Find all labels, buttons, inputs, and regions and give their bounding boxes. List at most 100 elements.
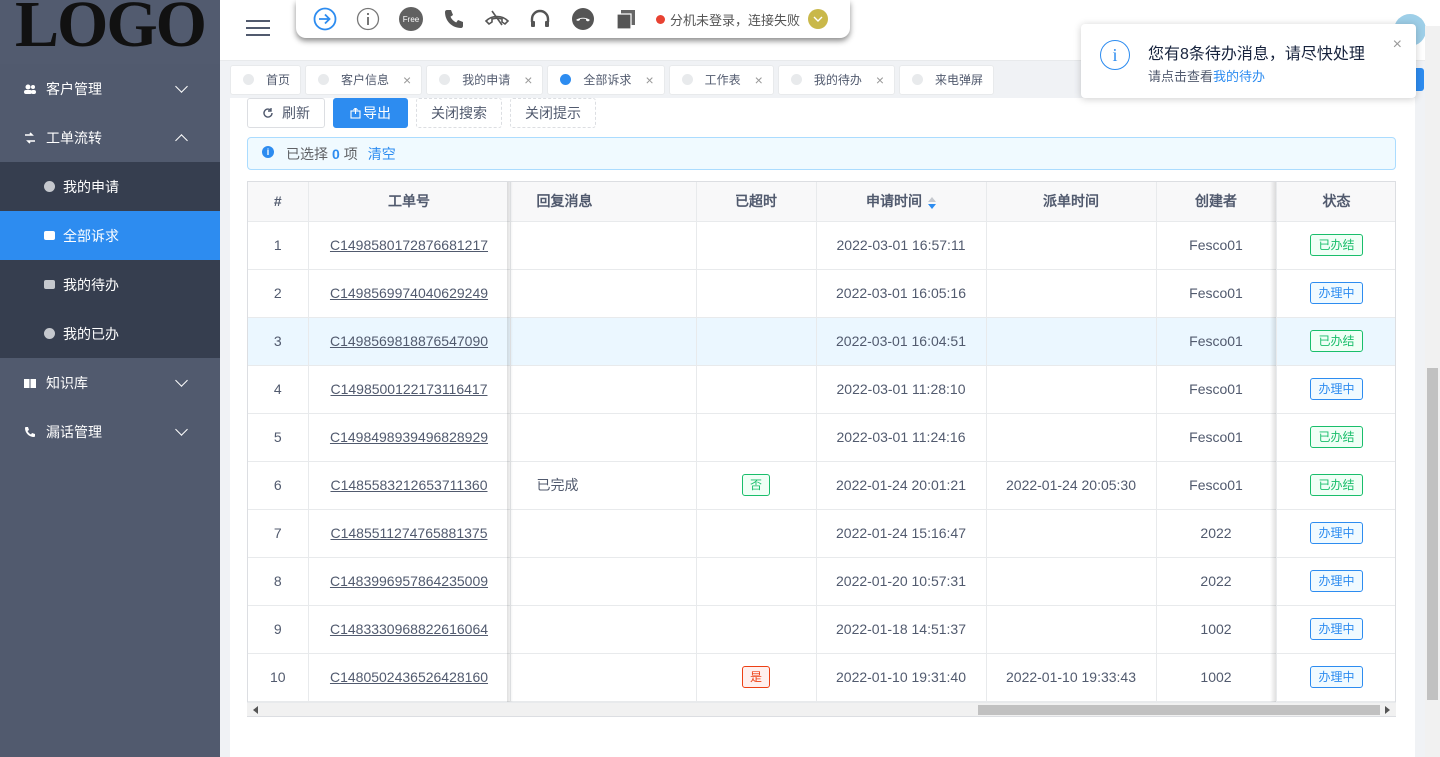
- info-icon[interactable]: [355, 6, 381, 32]
- cell-dispatch-time: 2022-01-24 20:05:30: [986, 461, 1157, 510]
- order-link[interactable]: C1483330968822616064: [330, 621, 488, 637]
- close-icon[interactable]: ×: [645, 72, 653, 88]
- order-link[interactable]: C1498498939496828929: [330, 429, 488, 445]
- headset-icon[interactable]: [527, 6, 553, 32]
- table-row[interactable]: 6 C1485583212653711360 已完成 否 2022-01-24 20:0…: [248, 461, 1395, 510]
- table-row[interactable]: 4 C1498500122173116417 2022-03-01 11:28:10…: [248, 365, 1395, 414]
- menu-knowledge[interactable]: 知识库: [0, 358, 220, 407]
- phone-call-icon[interactable]: [441, 6, 467, 32]
- table-row[interactable]: 7 C1485511274765881375 2022-01-24 15:16:47…: [248, 509, 1395, 558]
- table-row[interactable]: 5 C1498498939496828929 2022-03-01 11:24:16…: [248, 413, 1395, 462]
- cell-creator: Fesco01: [1156, 413, 1277, 462]
- notification-toast: i 您有8条待办消息，请尽快处理 请点击查看我的待办 ×: [1081, 24, 1416, 98]
- menu-label: 工单流转: [46, 129, 102, 146]
- order-link[interactable]: C1480502436526428160: [330, 669, 488, 685]
- order-link[interactable]: C1485583212653711360: [330, 477, 487, 493]
- order-link[interactable]: C1498500122173116417: [330, 381, 487, 397]
- close-tips-button[interactable]: 关闭提示: [510, 98, 596, 128]
- chevron-down-icon: [175, 423, 188, 436]
- cell-reply: [510, 317, 697, 366]
- sidebar-item-my-todo[interactable]: 我的待办: [0, 260, 220, 309]
- cell-overdue: [696, 221, 817, 270]
- cell-order-no[interactable]: C1498569974040629249: [308, 269, 511, 318]
- col-status: 状态: [1276, 182, 1395, 222]
- export-button[interactable]: 导出: [333, 98, 408, 128]
- sidebar-item-all-appeals[interactable]: 全部诉求: [0, 211, 220, 260]
- cell-overdue: [696, 557, 817, 606]
- close-search-button[interactable]: 关闭搜索: [416, 98, 502, 128]
- menu-missed-calls[interactable]: 漏话管理: [0, 407, 220, 456]
- tab-my-apply[interactable]: 我的申请 ×: [426, 64, 544, 95]
- cell-apply-time: 2022-01-24 15:16:47: [816, 509, 987, 558]
- cell-status: 办理中: [1276, 557, 1395, 606]
- cell-reply: [510, 221, 697, 270]
- menu-workflow[interactable]: 工单流转: [0, 113, 220, 162]
- sort-icon[interactable]: [928, 196, 936, 209]
- hold-icon[interactable]: [570, 6, 596, 32]
- scroll-thumb[interactable]: [1427, 368, 1438, 700]
- cell-order-no[interactable]: C1483330968822616064: [308, 605, 511, 654]
- tab-label: 工作表: [704, 73, 741, 87]
- sidebar: LOGO 客户管理 工单流转 我的申请 全部诉求 我的待办 我的已办 知识库 漏…: [0, 0, 220, 757]
- cell-order-no[interactable]: C1498569818876547090: [308, 317, 511, 366]
- hangup-icon[interactable]: [484, 6, 510, 32]
- book-icon: [24, 377, 36, 389]
- menu-customer[interactable]: 客户管理: [0, 64, 220, 113]
- horizontal-scrollbar[interactable]: [247, 702, 1396, 716]
- refresh-button[interactable]: 刷新: [247, 98, 325, 128]
- folder-icon: [44, 231, 55, 240]
- close-icon[interactable]: ×: [876, 72, 884, 88]
- order-link[interactable]: C1485511274765881375: [330, 525, 487, 541]
- tab-worksheet[interactable]: 工作表 ×: [668, 64, 774, 95]
- dropdown-toggle-icon[interactable]: [808, 9, 829, 29]
- clear-link[interactable]: 清空: [368, 144, 396, 164]
- scroll-right-icon[interactable]: [1385, 706, 1390, 714]
- sidebar-item-my-apply[interactable]: 我的申请: [0, 162, 220, 211]
- order-link[interactable]: C1483996957864235009: [330, 573, 488, 589]
- scroll-left-icon[interactable]: [253, 706, 258, 714]
- close-icon[interactable]: ×: [524, 72, 532, 88]
- close-icon[interactable]: ×: [403, 72, 411, 88]
- cell-order-no[interactable]: C1485511274765881375: [308, 509, 511, 558]
- tab-home[interactable]: 首页: [230, 64, 302, 95]
- order-link[interactable]: C1498580172876681217: [330, 237, 488, 253]
- cell-order-no[interactable]: C1480502436526428160: [308, 653, 511, 702]
- cell-index: 8: [248, 557, 309, 606]
- cell-overdue: 否: [696, 461, 817, 510]
- cell-order-no[interactable]: C1485583212653711360: [308, 461, 511, 510]
- tab-incoming-popup[interactable]: 来电弹屏: [899, 64, 995, 95]
- tab-all-appeals[interactable]: 全部诉求 ×: [547, 64, 665, 95]
- table-row[interactable]: 10 C1480502436526428160 是 2022-01-10 19:31:…: [248, 653, 1395, 702]
- order-link[interactable]: C1498569974040629249: [330, 285, 488, 301]
- tab-my-todo[interactable]: 我的待办 ×: [777, 64, 896, 95]
- cell-creator: Fesco01: [1156, 221, 1277, 270]
- free-status-icon[interactable]: Free: [398, 6, 424, 32]
- col-dispatch-time: 派单时间: [986, 182, 1157, 222]
- scroll-thumb[interactable]: [978, 705, 1380, 715]
- table-row[interactable]: 1 C1498580172876681217 2022-03-01 16:57:11…: [248, 221, 1395, 270]
- cell-order-no[interactable]: C1498500122173116417: [308, 365, 511, 414]
- hamburger-menu-icon[interactable]: [246, 20, 270, 38]
- close-icon[interactable]: ×: [755, 72, 763, 88]
- col-order-no: 工单号: [308, 182, 511, 222]
- transfer-icon[interactable]: [613, 6, 639, 32]
- table-row[interactable]: 2 C1498569974040629249 2022-03-01 16:05:16…: [248, 269, 1395, 318]
- cell-dispatch-time: [986, 605, 1157, 654]
- col-apply-time[interactable]: 申请时间: [816, 182, 987, 222]
- notification-title: 您有8条待办消息，请尽快处理: [1148, 46, 1365, 63]
- cell-order-no[interactable]: C1498498939496828929: [308, 413, 511, 462]
- table-row[interactable]: 8 C1483996957864235009 2022-01-20 10:57:31…: [248, 557, 1395, 606]
- vertical-scrollbar[interactable]: [1425, 26, 1440, 757]
- table-row[interactable]: 9 C1483330968822616064 2022-01-18 14:51:37…: [248, 605, 1395, 654]
- table-row[interactable]: 3 C1498569818876547090 2022-03-01 16:04:51…: [248, 317, 1395, 366]
- tab-customer-info[interactable]: 客户信息 ×: [305, 64, 423, 95]
- sidebar-item-my-done[interactable]: 我的已办: [0, 309, 220, 358]
- sign-in-icon[interactable]: [312, 6, 338, 32]
- order-link[interactable]: C1498569818876547090: [330, 333, 488, 349]
- status-badge: 办理中: [1310, 522, 1363, 544]
- cell-order-no[interactable]: C1483996957864235009: [308, 557, 511, 606]
- todo-link[interactable]: 我的待办: [1213, 69, 1265, 84]
- close-icon[interactable]: ×: [1393, 36, 1402, 54]
- cell-index: 3: [248, 317, 309, 366]
- cell-order-no[interactable]: C1498580172876681217: [308, 221, 511, 270]
